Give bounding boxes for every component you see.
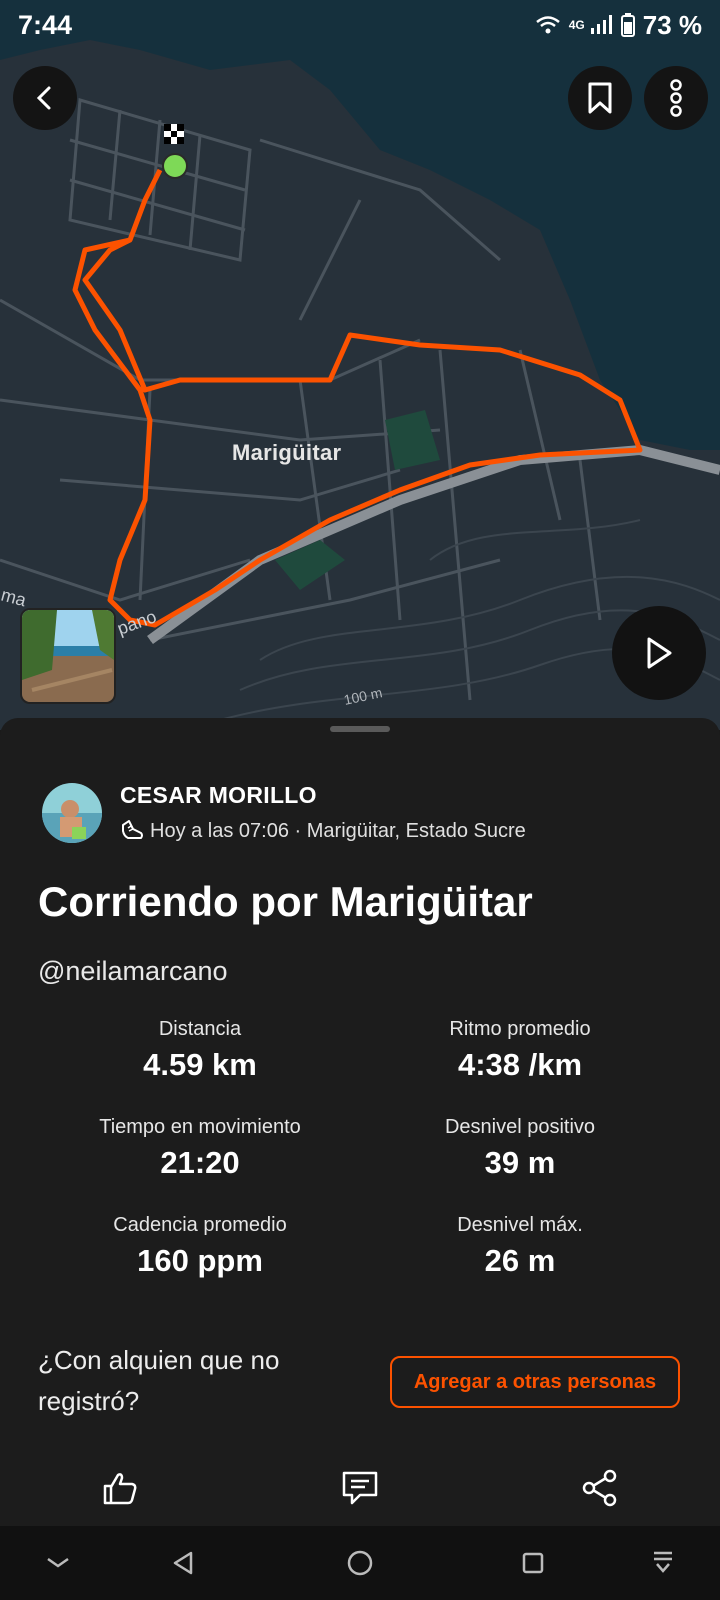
stat-label: Distancia (158, 1018, 242, 1040)
play-icon (647, 637, 672, 669)
nav-collapse-button[interactable] (35, 1540, 81, 1586)
nav-home-icon (347, 1550, 373, 1576)
stat-value: 4:38 /km (457, 1047, 583, 1082)
stat-label: Tiempo en movimiento (99, 1116, 301, 1138)
activity-meta: Hoy a las 07:06 · Marigüitar, Estado Suc… (120, 819, 526, 843)
activity-sheet: CESAR MORILLO Hoy a las 07:06 · Marigüit… (0, 718, 720, 1526)
signal-icon (590, 15, 612, 34)
activity-meta-text: Hoy a las 07:06 · Marigüitar, Estado Suc… (150, 819, 526, 842)
stat-value: 21:20 (160, 1145, 240, 1180)
share-icon (582, 1469, 617, 1507)
shoe-icon (122, 820, 143, 839)
activity-title: Corriendo por Marigüitar (38, 878, 533, 925)
group-question: ¿Con alquien que no registró? (38, 1345, 280, 1416)
stat-value: 39 m (484, 1145, 556, 1180)
stat-elevation-gain: Desnivel positivo 39 m (360, 1116, 680, 1181)
chevron-down-icon (47, 1557, 69, 1568)
start-marker (162, 153, 188, 179)
status-bar: 7:44 4G 73 % (0, 0, 720, 50)
bookmark-icon (588, 82, 612, 114)
stat-distance: Distancia 4.59 km (40, 1018, 360, 1083)
share-button[interactable] (570, 1458, 630, 1518)
place-label: Marigüitar (232, 440, 342, 465)
back-arrow-icon (36, 86, 51, 110)
back-button[interactable] (13, 66, 77, 130)
scale-label: 100 m (342, 684, 383, 708)
stat-label: Ritmo promedio (449, 1018, 591, 1040)
bookmark-button[interactable] (568, 66, 632, 130)
play-flyover-button[interactable] (612, 606, 706, 700)
comment-icon (342, 1471, 378, 1505)
nav-notifications-button[interactable] (640, 1540, 686, 1586)
add-others-button[interactable]: Agregar a otras personas (390, 1356, 680, 1408)
beach-photo (22, 610, 114, 702)
network-label: 4G (568, 18, 585, 32)
road-label-left: ma (0, 585, 29, 611)
stat-value: 26 m (484, 1243, 556, 1278)
system-icons: 4G 73 % (535, 10, 702, 41)
stat-value: 4.59 km (143, 1047, 257, 1082)
finish-flag-icon (164, 124, 184, 144)
stat-avg-cadence: Cadencia promedio 160 ppm (40, 1214, 360, 1279)
more-vertical-icon (670, 79, 682, 117)
more-options-button[interactable] (644, 66, 708, 130)
nav-home-button[interactable] (337, 1540, 383, 1586)
stat-value: 160 ppm (137, 1243, 263, 1278)
stat-moving-time: Tiempo en movimiento 21:20 (40, 1116, 360, 1181)
nav-recents-button[interactable] (510, 1540, 556, 1586)
stat-max-elevation: Desnivel máx. 26 m (360, 1214, 680, 1279)
like-icon (103, 1473, 137, 1505)
stat-label: Desnivel máx. (457, 1214, 583, 1236)
activity-actions (0, 1458, 720, 1518)
battery-icon (620, 13, 635, 37)
athlete-name[interactable]: CESAR MORILLO (120, 782, 526, 809)
sheet-drag-handle[interactable] (330, 726, 390, 732)
system-nav-bar (0, 1526, 720, 1600)
avatar-image (42, 782, 102, 843)
nav-recents-icon (522, 1552, 544, 1574)
activity-photo-thumbnail[interactable] (20, 608, 116, 704)
athlete-header[interactable]: CESAR MORILLO Hoy a las 07:06 · Marigüit… (42, 782, 526, 843)
like-button[interactable] (90, 1458, 150, 1518)
stat-label: Cadencia promedio (113, 1214, 287, 1236)
nav-back-icon (173, 1551, 193, 1575)
stat-label: Desnivel positivo (444, 1116, 596, 1138)
tagged-user[interactable]: @neilamarcano (38, 956, 228, 987)
comment-button[interactable] (330, 1458, 390, 1518)
battery-percent: 73 % (642, 9, 702, 40)
pull-down-icon (654, 1551, 672, 1573)
stat-avg-pace: Ritmo promedio 4:38 /km (360, 1018, 680, 1083)
park-area (385, 410, 440, 470)
avatar[interactable] (42, 782, 102, 843)
nav-back-button[interactable] (160, 1540, 206, 1586)
wifi-icon (535, 16, 560, 34)
status-time: 7:44 (18, 9, 73, 40)
